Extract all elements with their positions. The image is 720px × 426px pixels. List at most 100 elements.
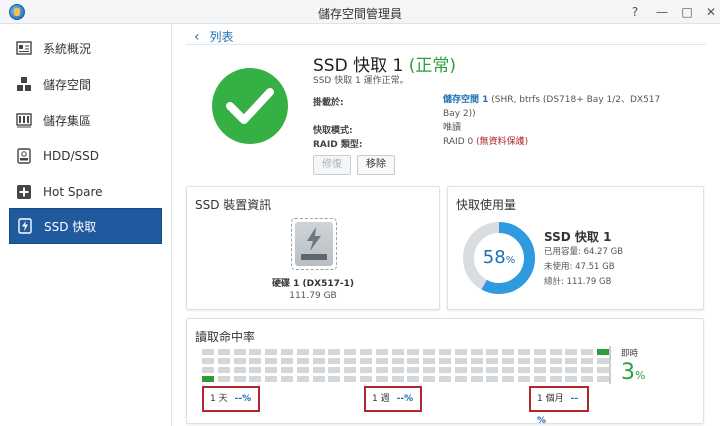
cache-name: SSD 快取 1 [544,230,612,244]
maximize-icon[interactable]: □ [678,3,696,21]
hit-rate-cell [344,349,357,355]
hot-spare-icon [16,184,32,200]
window-title: 儲存空間管理員 [317,7,402,21]
hit-rate-cell [486,367,499,373]
period-label: 1 天 [210,394,228,404]
volume-link[interactable]: 儲存空間 1 [443,95,488,105]
hit-rate-cell [565,376,578,382]
mounted-value: 儲存空間 1 (SHR, btrfs (DS718+ Bay 1/2、DX517… [443,93,673,121]
disk-icon [16,148,32,164]
hit-rate-cell [502,367,515,373]
hit-rate-cell [296,376,309,382]
help-icon[interactable]: ? [626,3,644,21]
storage-group-icon [16,112,32,128]
raid-type-value: RAID 0 (無資料保護) [443,135,673,149]
hit-rate-cell [296,367,309,373]
sidebar-item-ssd-cache[interactable]: SSD 快取 [9,208,162,244]
sidebar-item-storage-pool[interactable]: 儲存空間 [9,66,162,102]
hit-rate-cell [344,376,357,382]
remove-button[interactable]: 移除 [357,155,395,175]
sidebar-item-label: SSD 快取 [44,219,97,234]
divider [609,346,611,384]
raid-level: RAID 0 [443,137,474,147]
hit-rate-cell [265,376,278,382]
hit-rate-cell [470,367,483,373]
hit-rate-cell [533,349,546,355]
sidebar-item-hdd-ssd[interactable]: HDD/SSD [9,138,162,174]
ssd-drive-icon[interactable] [291,218,337,270]
sidebar-item-label: HDD/SSD [43,149,100,163]
minimize-icon[interactable]: — [653,3,671,21]
usage-percent-unit: % [505,255,516,266]
hit-rate-cell [233,376,246,382]
hit-rate-cell [249,349,262,355]
raid-warning: (無資料保護) [476,137,529,147]
hit-rate-cell [581,349,594,355]
window-titlebar: 儲存空間管理員 ? — □ ✕ [0,0,720,24]
period-label: 1 週 [372,394,390,404]
hit-rate-cell [597,376,609,382]
period-day: 1 天 --% [202,386,260,412]
hit-rate-cell [217,349,230,355]
hit-rate-cell [202,367,214,373]
hit-rate-cell [233,367,246,373]
hit-rate-cell [439,367,451,373]
cache-usage-panel: 快取使用量 58% SSD 快取 1 已用容量: 64.27 GB 未使用: 4… [447,186,704,310]
hit-rate-cell [217,376,230,382]
hit-rate-cell [312,367,325,373]
hit-rate-cell [391,367,404,373]
cache-usage-title: 快取使用量 [456,198,517,212]
status-message: SSD 快取 1 運作正常。 [313,76,409,86]
sidebar-item-storage-group[interactable]: 儲存集區 [9,102,162,138]
sidebar-item-overview[interactable]: 系統概況 [9,30,162,66]
hit-rate-cell [296,358,309,364]
hit-rate-cell [407,358,420,364]
hit-rate-cell [454,367,467,373]
hit-rate-cell [312,376,325,382]
hit-rate-cell [249,367,262,373]
drive-name: 硬碟 1 (DX517-1) [272,279,354,289]
hit-rate-cell [454,349,467,355]
hit-rate-cell [265,367,278,373]
divider [186,44,706,45]
hit-rate-cell [328,358,341,364]
hit-rate-cell [502,349,515,355]
hit-rate-cell [518,358,530,364]
hit-rate-cell [597,358,609,364]
hit-rate-cell [217,358,230,364]
breadcrumb[interactable]: ‹ 列表 [194,28,233,45]
hit-rate-cell [518,367,530,373]
hit-rate-cell [344,358,357,364]
hit-rate-cell [549,349,562,355]
repair-button[interactable]: 修復 [313,155,351,175]
period-week: 1 週 --% [364,386,422,412]
hit-rate-cell [328,376,341,382]
close-icon[interactable]: ✕ [702,3,720,21]
hit-rate-cell [249,358,262,364]
hit-rate-cell [328,349,341,355]
hit-rate-cell [344,367,357,373]
hit-rate-cell [549,358,562,364]
sidebar: 系統概況 儲存空間 儲存集區 HDD/SSD Hot Spare SSD 快取 [0,24,172,426]
hit-rate-cell [470,349,483,355]
hit-rate-cell [533,367,546,373]
breadcrumb-list-link: 列表 [209,30,234,44]
hit-rate-cell [565,358,578,364]
back-chevron-icon: ‹ [194,29,200,45]
hit-rate-cell [533,358,546,364]
hit-rate-cell [549,376,562,382]
hit-rate-cell [597,367,609,373]
hit-rate-cell [202,376,214,382]
hit-rate-cell [375,358,388,364]
hit-rate-cell [265,358,278,364]
hit-rate-cell [328,367,341,373]
drive-size: 111.79 GB [289,291,337,301]
hit-rate-cell [549,367,562,373]
sidebar-item-hot-spare[interactable]: Hot Spare [9,174,162,210]
hit-rate-cell [407,367,420,373]
hit-rate-cell [423,376,436,382]
hit-rate-cell [391,376,404,382]
sidebar-item-label: 儲存集區 [43,113,92,128]
sidebar-item-label: Hot Spare [43,185,103,199]
hit-rate-cell [249,376,262,382]
